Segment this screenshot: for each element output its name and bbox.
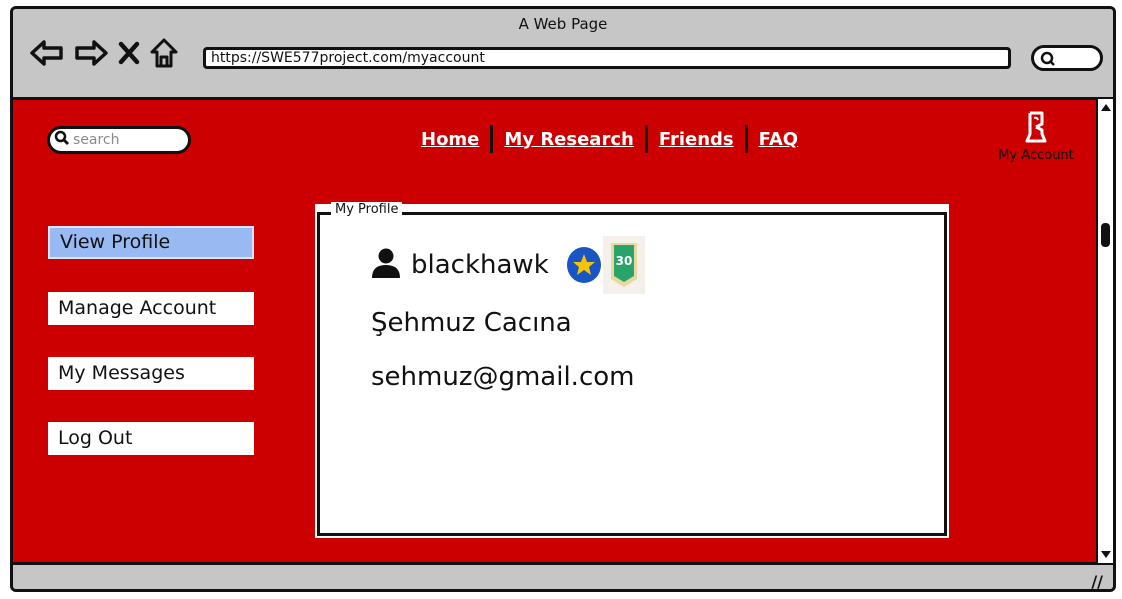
browser-statusbar: // [13,565,1113,589]
scroll-down-icon[interactable] [1099,549,1113,561]
page-content: Home My Research Friends FAQ My Account … [13,97,1096,565]
forward-arrow-icon[interactable] [73,38,109,68]
nav-faq[interactable]: FAQ [748,129,809,150]
sidebar-item-manage-account[interactable]: Manage Account [48,292,254,325]
sidebar-item-my-messages[interactable]: My Messages [48,357,254,390]
email: sehmuz@gmail.com [371,362,635,392]
my-account-label: My Account [998,148,1074,163]
username-row: blackhawk 30 [371,236,645,294]
search-input[interactable] [70,132,183,148]
browser-search-button[interactable] [1031,45,1103,71]
back-arrow-icon[interactable] [29,38,65,68]
browser-nav-buttons [29,37,179,69]
scrollbar-thumb[interactable] [1101,223,1110,247]
resize-grip-icon[interactable]: // [1091,572,1103,589]
full-name: Şehmuz Cacına [371,308,572,338]
sidebar-item-view-profile[interactable]: View Profile [48,226,254,259]
my-account-link[interactable]: My Account [991,110,1081,163]
address-bar[interactable]: https://SWE577project.com/myaccount [203,47,1011,69]
nav-my-research[interactable]: My Research [493,129,644,150]
level-badge-number: 30 [615,254,632,268]
scrollbar[interactable] [1096,97,1113,565]
site-search[interactable] [47,126,191,154]
sidebar-item-log-out[interactable]: Log Out [48,422,254,455]
top-nav: Home My Research Friends FAQ [419,124,809,154]
account-icon [1023,111,1049,148]
close-icon[interactable] [117,40,141,66]
profile-panel: My Profile blackhawk 30 Şehmuz Cacına se… [315,202,949,538]
username: blackhawk [411,250,549,280]
search-icon [50,130,70,150]
star-badge-icon [566,247,601,283]
profile-legend: My Profile [331,202,403,217]
window-title: A Web Page [518,15,608,33]
user-icon [371,247,401,283]
browser-window: A Web Page https://SWE577project.com/mya… [10,6,1116,592]
browser-titlebar: A Web Page https://SWE577project.com/mya… [13,9,1113,97]
scroll-up-icon[interactable] [1099,101,1113,113]
nav-friends[interactable]: Friends [648,129,745,150]
home-icon[interactable] [149,37,179,69]
nav-home[interactable]: Home [419,129,490,150]
level-badge-icon: 30 [602,236,645,294]
